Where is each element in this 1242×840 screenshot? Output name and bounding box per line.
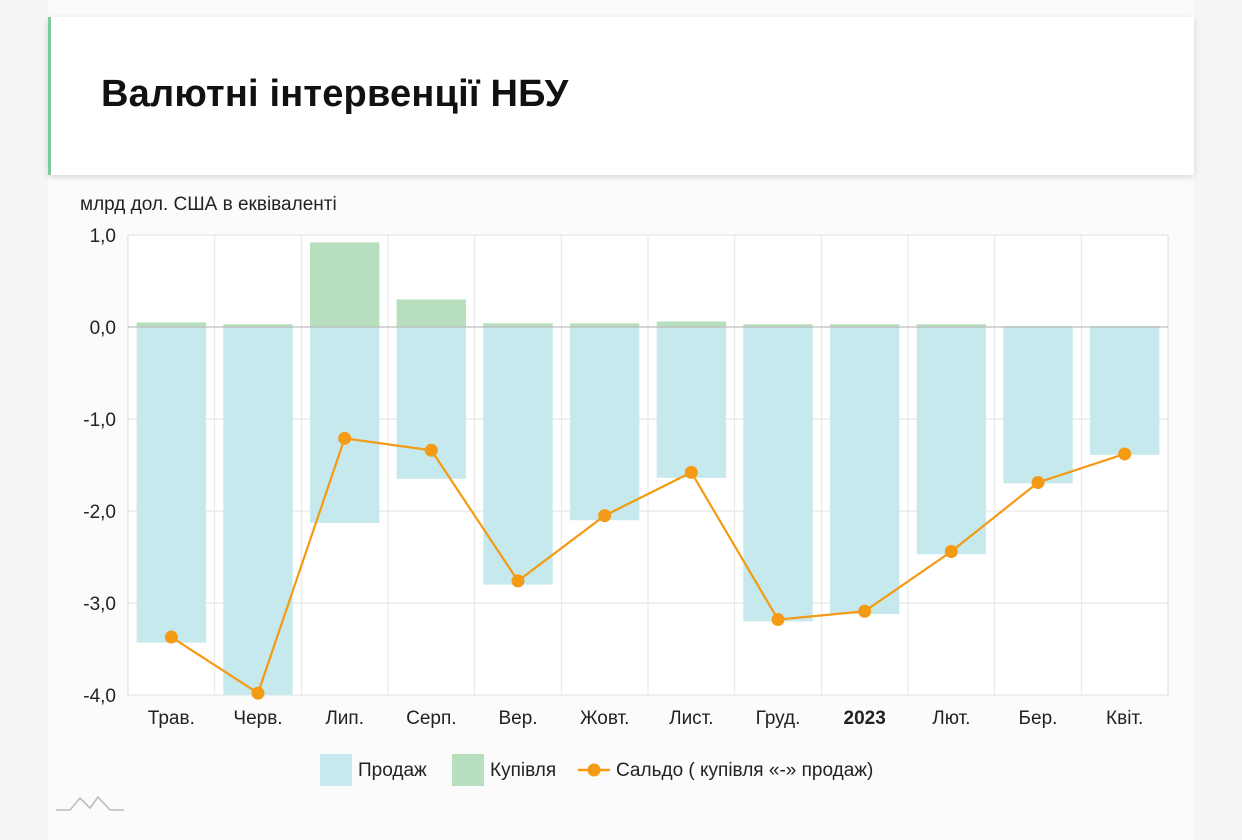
x-tick-label: Серп. — [406, 708, 456, 729]
x-tick-label: Вер. — [498, 708, 537, 729]
y-tick-label: 0,0 — [90, 318, 116, 339]
bar-sales — [570, 327, 640, 521]
y-tick-label: -4,0 — [83, 686, 116, 707]
bar-purchase — [396, 299, 466, 327]
x-tick-label: Груд. — [756, 708, 801, 729]
legend-swatch-balance-point — [587, 763, 601, 777]
bar-sales — [1003, 327, 1073, 484]
bar-purchase — [136, 322, 206, 327]
legend-label-balance: Сальдо ( купівля «-» продаж) — [616, 760, 873, 781]
balance-point — [164, 630, 178, 644]
legend-label-purchase: Купівля — [490, 760, 556, 781]
balance-point — [771, 613, 785, 627]
bar-sales — [1090, 327, 1160, 455]
balance-point — [1031, 475, 1045, 489]
balance-point — [944, 544, 958, 558]
legend-swatch-sales — [320, 754, 352, 786]
bar-sales — [656, 327, 726, 478]
intervention-chart: млрд дол. США в еквіваленті 1,0 0,0 -1,0 -2,… — [56, 194, 1169, 811]
balance-point — [511, 574, 525, 588]
balance-point — [684, 465, 698, 479]
bar-sales — [916, 327, 986, 555]
y-unit-label: млрд дол. США в еквіваленті — [80, 194, 337, 215]
x-tick-label: Черв. — [233, 708, 282, 729]
x-tick-label: Жовт. — [580, 708, 629, 729]
y-tick-label: 1,0 — [90, 226, 116, 247]
x-tick-label: 2023 — [844, 708, 886, 729]
balance-point — [424, 443, 438, 457]
legend-swatch-purchase — [452, 754, 484, 786]
x-tick-label: Лист. — [669, 708, 713, 729]
y-tick-label: -2,0 — [83, 502, 116, 523]
bar-sales — [830, 327, 900, 615]
y-tick-label: -3,0 — [83, 594, 116, 615]
bar-sales — [223, 327, 293, 695]
bar-purchase — [656, 321, 726, 327]
x-tick-label: Трав. — [148, 708, 195, 729]
balance-point — [1118, 447, 1132, 461]
x-tick-label: Бер. — [1019, 708, 1058, 729]
balance-point — [338, 431, 352, 445]
legend: Продаж Купівля Сальдо ( купівля «-» продаж… — [320, 754, 873, 786]
y-tick-label: -1,0 — [83, 410, 116, 431]
bar-sales — [136, 327, 206, 643]
x-tick-label: Лют. — [932, 708, 970, 729]
bar-sales — [310, 327, 380, 523]
x-tick-label: Лип. — [325, 708, 364, 729]
balance-point — [858, 604, 872, 618]
logo-icon — [56, 795, 124, 811]
legend-label-sales: Продаж — [358, 760, 427, 781]
bar-purchase — [310, 242, 380, 327]
balance-point — [251, 686, 265, 700]
balance-point — [598, 509, 612, 523]
x-tick-label: Квіт. — [1106, 708, 1143, 729]
